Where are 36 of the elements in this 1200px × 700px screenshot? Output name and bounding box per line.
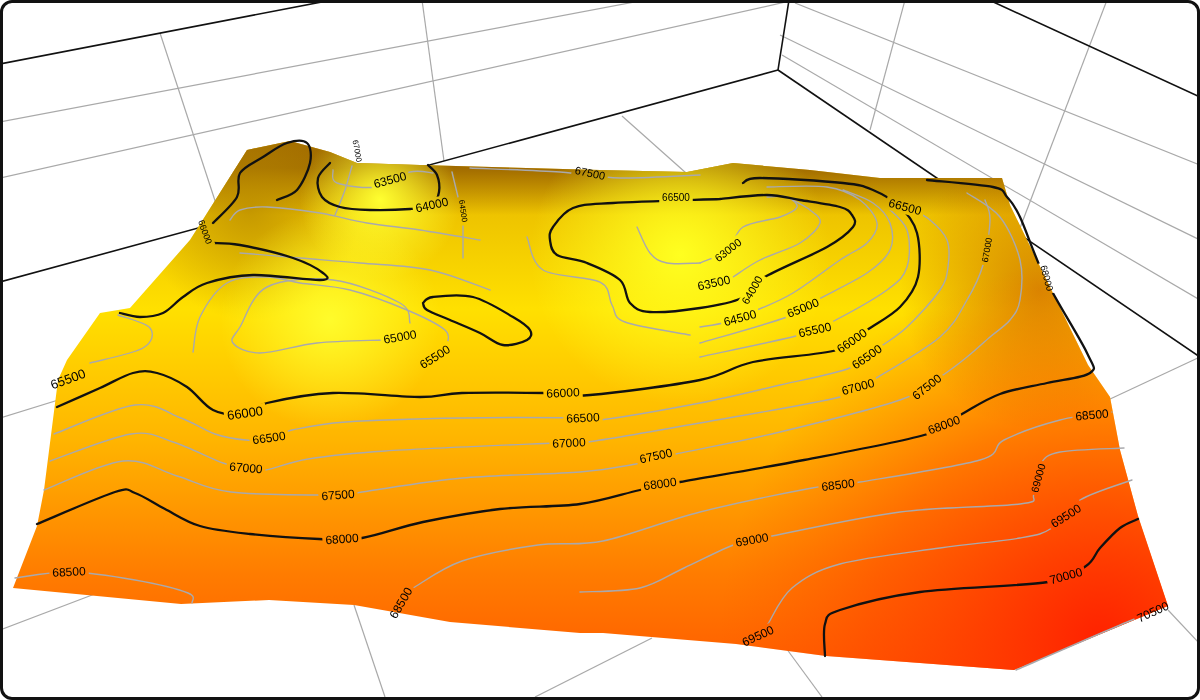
contour-label: 68000	[324, 530, 360, 548]
contour-label: 68000	[1038, 263, 1056, 293]
contour-label: 66000	[196, 218, 214, 246]
contour-label: 64500	[457, 199, 469, 223]
contour-label: 68500	[1074, 406, 1110, 424]
contour-label: 67000	[551, 435, 587, 451]
contour-label: 66500	[662, 191, 690, 203]
contour-label: 67500	[320, 486, 356, 504]
contour-label: 67000	[840, 375, 876, 399]
contour-label: 70500	[1134, 598, 1172, 626]
contour-label: 68500	[51, 564, 87, 580]
contour-label: 67000	[979, 236, 995, 264]
contour-label: 69000	[734, 530, 770, 550]
contour-label: 68000	[925, 412, 963, 438]
contour-label: 70000	[1048, 564, 1084, 588]
contour-label: 69500	[739, 622, 777, 650]
contour-label: 63500	[696, 272, 732, 294]
contour-label: 67000	[350, 139, 364, 163]
contour-label: 65000	[382, 327, 418, 347]
contour-label: 64500	[722, 306, 758, 330]
contour-label: 63500	[372, 168, 408, 192]
contour-label: 69000	[1028, 462, 1048, 494]
contour-label: 66500	[565, 410, 601, 426]
contour-label: 66000	[545, 385, 581, 401]
contour-label: 67500	[573, 163, 607, 183]
contour-label: 66500	[251, 428, 287, 448]
contour-label: 68500	[820, 476, 856, 494]
contour-label: 64000	[414, 194, 450, 216]
contour-label: 66000	[226, 403, 264, 423]
contour-label: 67000	[228, 459, 264, 477]
contour-label: 68000	[642, 474, 678, 494]
contour-label: 65500	[48, 365, 88, 393]
contour-label: 65500	[797, 319, 833, 341]
contour-label: 66500	[887, 195, 923, 219]
contour-label: 67500	[638, 445, 674, 467]
contour-label: 65000	[784, 295, 822, 321]
